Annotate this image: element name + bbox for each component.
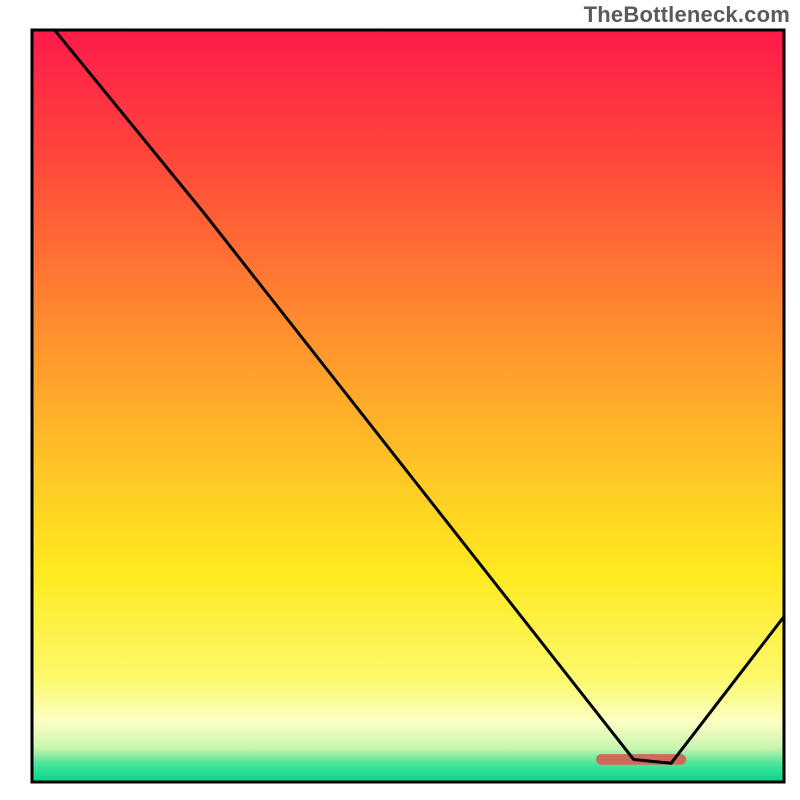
chart-container: TheBottleneck.com <box>0 0 800 800</box>
bottleneck-chart <box>0 0 800 800</box>
